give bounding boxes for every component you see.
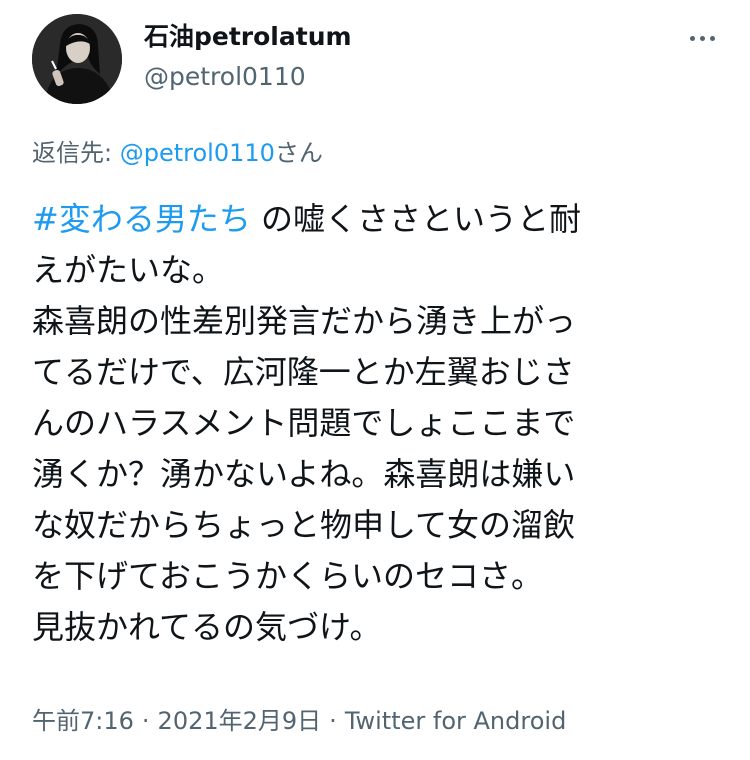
- tweet-text-line: 湧くか？湧かないよね。森喜朗は嫌い: [32, 455, 576, 493]
- tweet-header: 石油petrolatum @petrol0110: [32, 14, 722, 104]
- hashtag-link[interactable]: #変わる男たち: [32, 200, 251, 238]
- more-horizontal-icon-dot: [699, 35, 705, 41]
- tweet-text-line: 森喜朗の性差別発言だから湧き上がっ: [32, 302, 577, 340]
- author-names: 石油petrolatum @petrol0110: [144, 20, 352, 94]
- tweet-text-segment: の嘘くささというと耐: [250, 200, 582, 238]
- avatar[interactable]: [32, 14, 122, 104]
- tweet-text-line: んのハラスメント問題でしょここまで: [32, 404, 576, 442]
- tweet-text-line: てるだけで、広河隆一とか左翼おじさ: [32, 353, 575, 391]
- tweet-metadata: 午前7:16 · 2021年2月9日 · Twitter for Android: [32, 704, 566, 738]
- reply-suffix: さん: [274, 139, 323, 167]
- more-options-button[interactable]: [682, 28, 722, 48]
- meta-separator: ·: [141, 707, 150, 735]
- more-horizontal-icon: [689, 35, 695, 41]
- meta-separator: ·: [329, 707, 337, 735]
- more-horizontal-icon-dot: [709, 35, 715, 41]
- tweet-detail: 石油petrolatum @petrol0110 返信先: @petrol011…: [0, 0, 750, 760]
- reply-mention-link[interactable]: @petrol0110: [120, 139, 275, 167]
- tweet-text-line: 見抜かれてるの気づけ。: [32, 608, 382, 646]
- tweet-text-line: な奴だからちょっと物申して女の溜飲: [32, 506, 576, 544]
- tweet-text-line: を下げておこうかくらいのセコさ。: [32, 557, 544, 595]
- tweet-time[interactable]: 午前7:16: [32, 707, 134, 735]
- tweet-text: #変わる男たち の嘘くささというと耐 えがたいな。 森喜朗の性差別発言だから湧き…: [32, 194, 718, 653]
- tweet-source-link[interactable]: Twitter for Android: [345, 707, 566, 735]
- user-handle[interactable]: @petrol0110: [144, 60, 352, 94]
- tweet-text-line: えがたいな。: [32, 251, 225, 289]
- tweet-date[interactable]: 2021年2月9日: [158, 707, 322, 735]
- display-name[interactable]: 石油petrolatum: [144, 20, 352, 54]
- replying-to-label: 返信先:: [32, 139, 120, 167]
- tweet-text-line: #変わる男たち の嘘くささというと耐: [32, 194, 718, 245]
- replying-to: 返信先: @petrol0110さん: [32, 136, 323, 170]
- avatar-image: [32, 14, 122, 104]
